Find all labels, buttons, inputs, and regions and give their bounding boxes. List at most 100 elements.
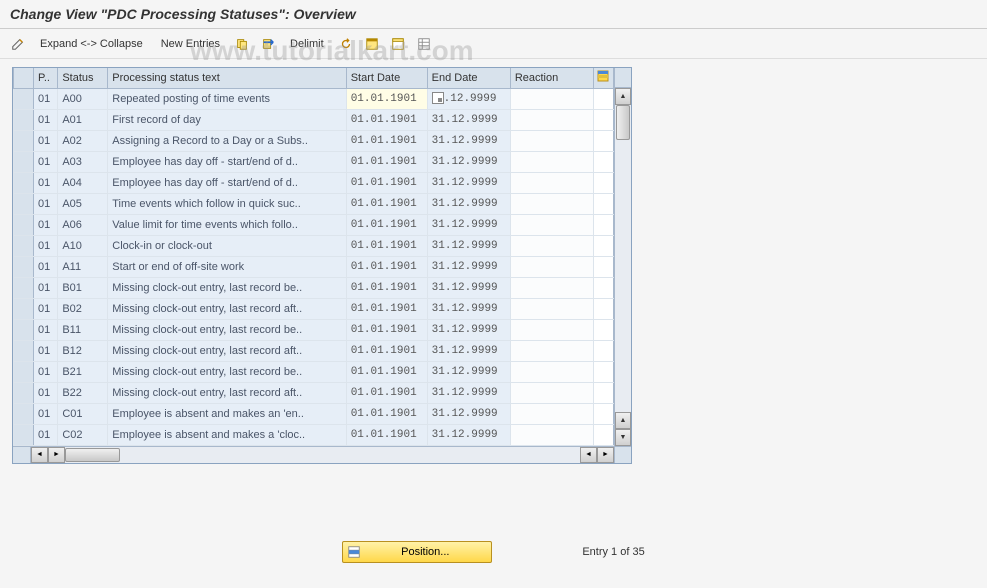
vscroll-down2-icon[interactable]: ▼ <box>615 429 631 446</box>
table-row[interactable]: 01B12Missing clock-out entry, last recor… <box>14 340 614 361</box>
copy-icon[interactable] <box>234 36 250 52</box>
cell-start-date[interactable]: 01.01.1901 <box>346 277 427 298</box>
cell-start-date[interactable]: 01.01.1901 <box>346 109 427 130</box>
hscroll-thumb[interactable] <box>65 448 120 462</box>
cell-reaction[interactable] <box>510 88 593 109</box>
deselect-all-icon[interactable] <box>390 36 406 52</box>
hscroll-right-icon[interactable]: ► <box>48 447 65 463</box>
row-selector[interactable] <box>14 130 34 151</box>
table-row[interactable]: 01A04Employee has day off - start/end of… <box>14 172 614 193</box>
column-start-date[interactable]: Start Date <box>346 68 427 88</box>
column-end-date[interactable]: End Date <box>427 68 510 88</box>
cell-start-date[interactable]: 01.01.1901 <box>346 424 427 445</box>
row-selector[interactable] <box>14 403 34 424</box>
row-selector[interactable] <box>14 109 34 130</box>
row-selector[interactable] <box>14 214 34 235</box>
hscroll-left2-icon[interactable]: ◄ <box>580 447 597 463</box>
column-text[interactable]: Processing status text <box>108 68 346 88</box>
delete-icon[interactable] <box>260 36 276 52</box>
cell-reaction[interactable] <box>510 151 593 172</box>
cell-end-date[interactable]: 31.12.9999 <box>427 130 510 151</box>
cell-start-date[interactable]: 01.01.1901 <box>346 193 427 214</box>
hscroll-track[interactable] <box>65 447 580 463</box>
vscroll-up-icon[interactable]: ▲ <box>615 88 631 105</box>
cell-end-date[interactable]: 31.12.9999 <box>427 172 510 193</box>
cell-start-date[interactable]: 01.01.1901 <box>346 361 427 382</box>
f4-help-icon[interactable] <box>432 92 444 104</box>
undo-icon[interactable] <box>338 36 354 52</box>
table-row[interactable]: 01A05Time events which follow in quick s… <box>14 193 614 214</box>
table-row[interactable]: 01A00Repeated posting of time events01.0… <box>14 88 614 109</box>
table-row[interactable]: 01B11Missing clock-out entry, last recor… <box>14 319 614 340</box>
cell-reaction[interactable] <box>510 319 593 340</box>
cell-end-date[interactable]: 31.12.9999 <box>427 424 510 445</box>
cell-end-date[interactable]: 31.12.9999 <box>427 403 510 424</box>
cell-start-date[interactable]: 01.01.1901 <box>346 256 427 277</box>
cell-end-date[interactable]: 31.12.9999 <box>427 256 510 277</box>
cell-start-date[interactable]: 01.01.1901 <box>346 151 427 172</box>
cell-start-date[interactable]: 01.01.1901 <box>346 88 427 109</box>
cell-start-date[interactable]: 01.01.1901 <box>346 130 427 151</box>
cell-start-date[interactable]: 01.01.1901 <box>346 298 427 319</box>
cell-reaction[interactable] <box>510 235 593 256</box>
cell-reaction[interactable] <box>510 172 593 193</box>
row-selector[interactable] <box>14 88 34 109</box>
delimit-button[interactable]: Delimit <box>286 36 328 52</box>
row-selector[interactable] <box>14 151 34 172</box>
hscroll-left-icon[interactable]: ◄ <box>31 447 48 463</box>
cell-reaction[interactable] <box>510 382 593 403</box>
table-row[interactable]: 01C02Employee is absent and makes a 'clo… <box>14 424 614 445</box>
cell-end-date[interactable]: .12.9999 <box>427 88 510 109</box>
row-selector[interactable] <box>14 382 34 403</box>
cell-end-date[interactable]: 31.12.9999 <box>427 193 510 214</box>
row-selector[interactable] <box>14 340 34 361</box>
cell-reaction[interactable] <box>510 130 593 151</box>
table-row[interactable]: 01A01First record of day01.01.190131.12.… <box>14 109 614 130</box>
select-all-icon[interactable] <box>364 36 380 52</box>
table-row[interactable]: 01A11Start or end of off-site work01.01.… <box>14 256 614 277</box>
table-row[interactable]: 01B22Missing clock-out entry, last recor… <box>14 382 614 403</box>
cell-start-date[interactable]: 01.01.1901 <box>346 382 427 403</box>
cell-reaction[interactable] <box>510 277 593 298</box>
column-status[interactable]: Status <box>58 68 108 88</box>
table-row[interactable]: 01A10Clock-in or clock-out01.01.190131.1… <box>14 235 614 256</box>
row-selector[interactable] <box>14 193 34 214</box>
cell-reaction[interactable] <box>510 403 593 424</box>
cell-start-date[interactable]: 01.01.1901 <box>346 319 427 340</box>
cell-reaction[interactable] <box>510 109 593 130</box>
row-selector[interactable] <box>14 424 34 445</box>
horizontal-scrollbar[interactable]: ◄ ► ◄ ► <box>13 446 614 463</box>
vscroll-track[interactable] <box>615 105 631 412</box>
cell-end-date[interactable]: 31.12.9999 <box>427 298 510 319</box>
row-selector[interactable] <box>14 298 34 319</box>
table-row[interactable]: 01B01Missing clock-out entry, last recor… <box>14 277 614 298</box>
cell-end-date[interactable]: 31.12.9999 <box>427 340 510 361</box>
cell-end-date[interactable]: 31.12.9999 <box>427 319 510 340</box>
cell-end-date[interactable]: 31.12.9999 <box>427 109 510 130</box>
row-selector[interactable] <box>14 319 34 340</box>
cell-reaction[interactable] <box>510 256 593 277</box>
cell-reaction[interactable] <box>510 214 593 235</box>
cell-end-date[interactable]: 31.12.9999 <box>427 361 510 382</box>
cell-start-date[interactable]: 01.01.1901 <box>346 172 427 193</box>
row-selector[interactable] <box>14 277 34 298</box>
position-button[interactable]: Position... <box>342 541 492 563</box>
row-selector[interactable] <box>14 361 34 382</box>
cell-reaction[interactable] <box>510 193 593 214</box>
table-row[interactable]: 01C01Employee is absent and makes an 'en… <box>14 403 614 424</box>
table-row[interactable]: 01A03Employee has day off - start/end of… <box>14 151 614 172</box>
vscroll-down-icon[interactable]: ▲ <box>615 412 631 429</box>
new-entries-button[interactable]: New Entries <box>157 36 224 52</box>
cell-end-date[interactable]: 31.12.9999 <box>427 214 510 235</box>
table-row[interactable]: 01A06Value limit for time events which f… <box>14 214 614 235</box>
row-selector[interactable] <box>14 256 34 277</box>
column-selector[interactable] <box>14 68 34 88</box>
table-settings-icon[interactable] <box>416 36 432 52</box>
expand-collapse-button[interactable]: Expand <-> Collapse <box>36 36 147 52</box>
cell-start-date[interactable]: 01.01.1901 <box>346 340 427 361</box>
table-row[interactable]: 01B21Missing clock-out entry, last recor… <box>14 361 614 382</box>
cell-reaction[interactable] <box>510 361 593 382</box>
table-row[interactable]: 01A02Assigning a Record to a Day or a Su… <box>14 130 614 151</box>
cell-reaction[interactable] <box>510 298 593 319</box>
table-row[interactable]: 01B02Missing clock-out entry, last recor… <box>14 298 614 319</box>
